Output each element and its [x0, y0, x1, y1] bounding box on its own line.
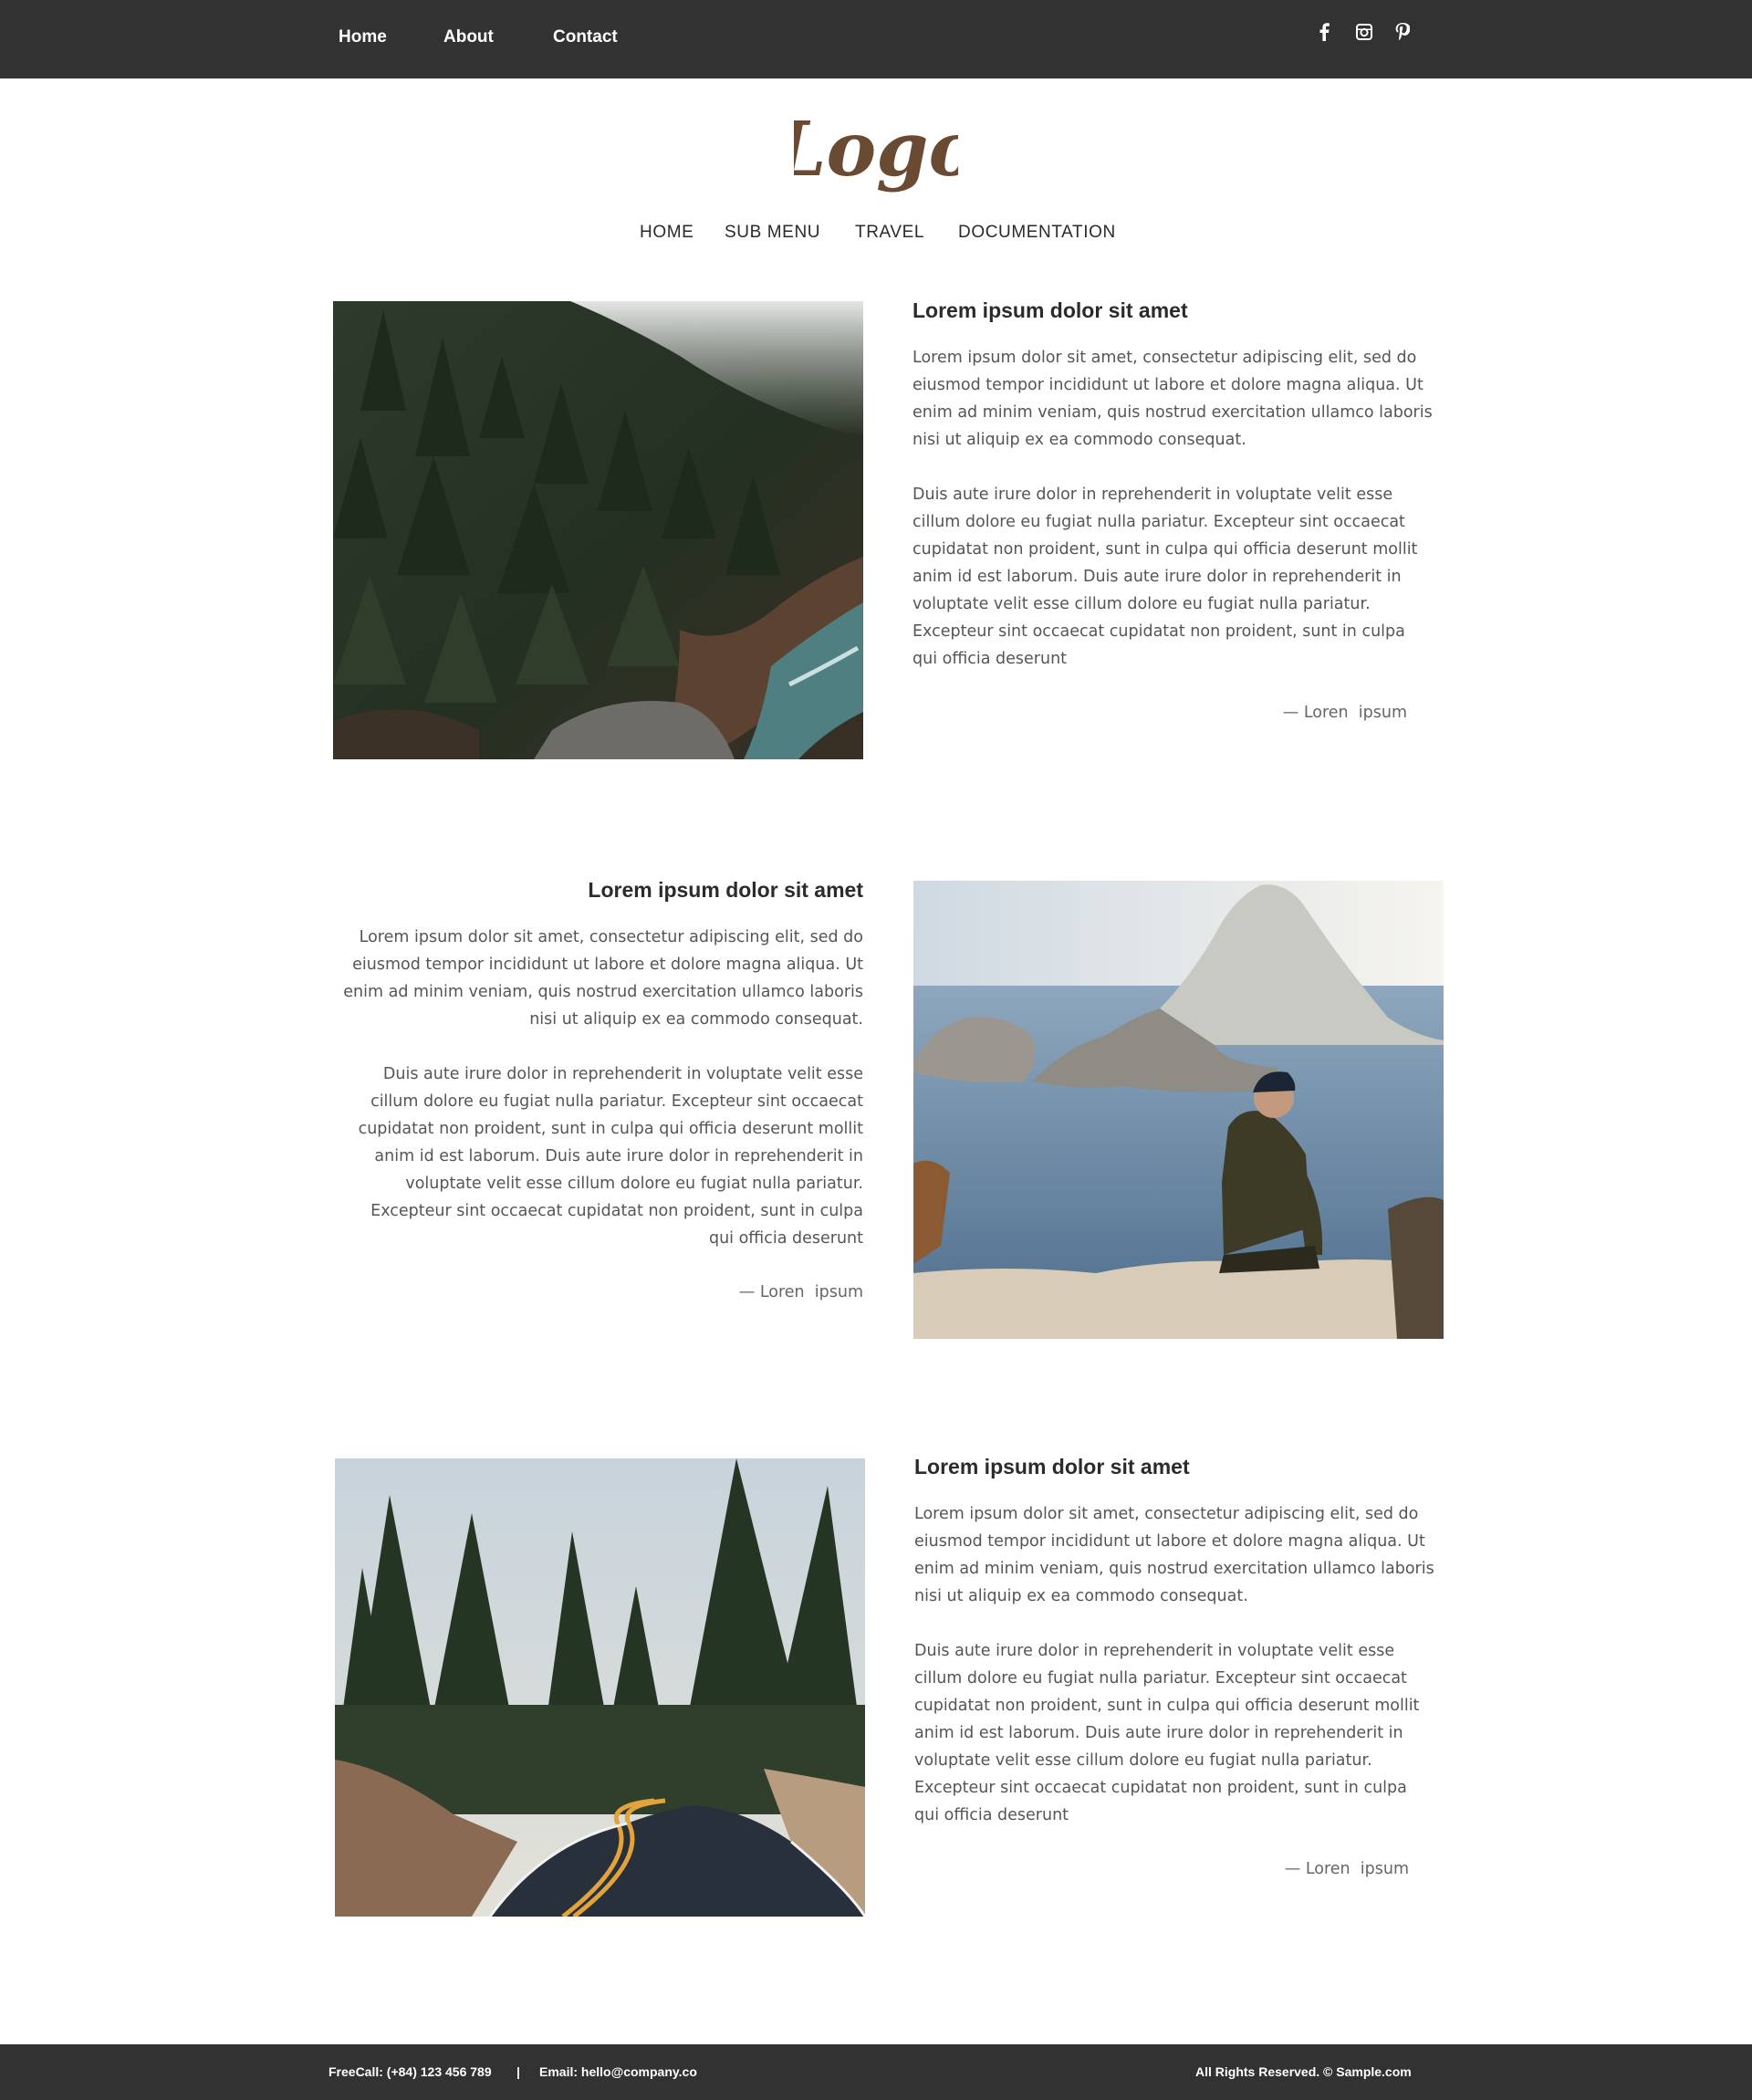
forest-road-photo — [335, 1458, 865, 1917]
main-nav-documentation-link[interactable]: DOCUMENTATION — [958, 223, 1116, 243]
top-nav-contact-link[interactable]: Contact — [553, 27, 618, 47]
main-nav-submenu-link[interactable]: SUB MENU — [725, 223, 820, 243]
article-2: Lorem ipsum dolor sit amet Lorem ipsum d… — [343, 876, 863, 1301]
top-bar: Home About Contact — [0, 0, 1752, 78]
main-nav-home-link[interactable]: HOME — [640, 223, 694, 243]
article-2-paragraph-1: Lorem ipsum dolor sit amet, consectetur … — [343, 928, 863, 1029]
top-nav-home-link[interactable]: Home — [339, 27, 387, 47]
article-3-paragraph-1: Lorem ipsum dolor sit amet, consectetur … — [914, 1505, 1434, 1605]
article-1-paragraph-2: Duis aute irure dolor in reprehenderit i… — [912, 486, 1418, 668]
article-3-signature: — Loren ipsum — [1284, 1860, 1409, 1878]
man-sea-cliff-photo — [913, 881, 1444, 1339]
instagram-icon[interactable] — [1354, 22, 1374, 42]
facebook-icon[interactable] — [1314, 22, 1334, 42]
article-3: Lorem ipsum dolor sit amet Lorem ipsum d… — [914, 1453, 1434, 1878]
article-2-signature: — Loren ipsum — [738, 1283, 863, 1301]
footer: FreeCall: (+84) 123 456 789 | Email: hel… — [0, 2044, 1752, 2100]
footer-separator: | — [516, 2064, 520, 2079]
article-1-title: Lorem ipsum dolor sit amet — [912, 298, 1188, 322]
article-1-signature: — Loren ipsum — [1282, 704, 1407, 722]
pinterest-icon[interactable] — [1392, 22, 1413, 42]
footer-copyright: All Rights Reserved. © Sample.com — [1195, 2064, 1412, 2079]
article-1: Lorem ipsum dolor sit amet Lorem ipsum d… — [912, 297, 1433, 722]
article-2-title: Lorem ipsum dolor sit amet — [588, 878, 863, 902]
top-nav-about-link[interactable]: About — [443, 27, 494, 47]
logo-graphic: Logo — [772, 106, 978, 193]
article-3-paragraph-2: Duis aute irure dolor in reprehenderit i… — [914, 1642, 1420, 1824]
article-3-title: Lorem ipsum dolor sit amet — [914, 1455, 1190, 1478]
article-2-paragraph-2: Duis aute irure dolor in reprehenderit i… — [358, 1065, 863, 1248]
footer-phone: FreeCall: (+84) 123 456 789 — [328, 2064, 492, 2079]
article-1-paragraph-1: Lorem ipsum dolor sit amet, consectetur … — [912, 349, 1433, 449]
main-nav-travel-link[interactable]: TRAVEL — [855, 223, 924, 243]
site-logo[interactable]: Logo — [0, 102, 1752, 206]
footer-email-link[interactable]: Email: hello@company.co — [539, 2064, 697, 2079]
forest-river-photo — [333, 301, 863, 759]
logo-text: Logo — [794, 106, 958, 193]
